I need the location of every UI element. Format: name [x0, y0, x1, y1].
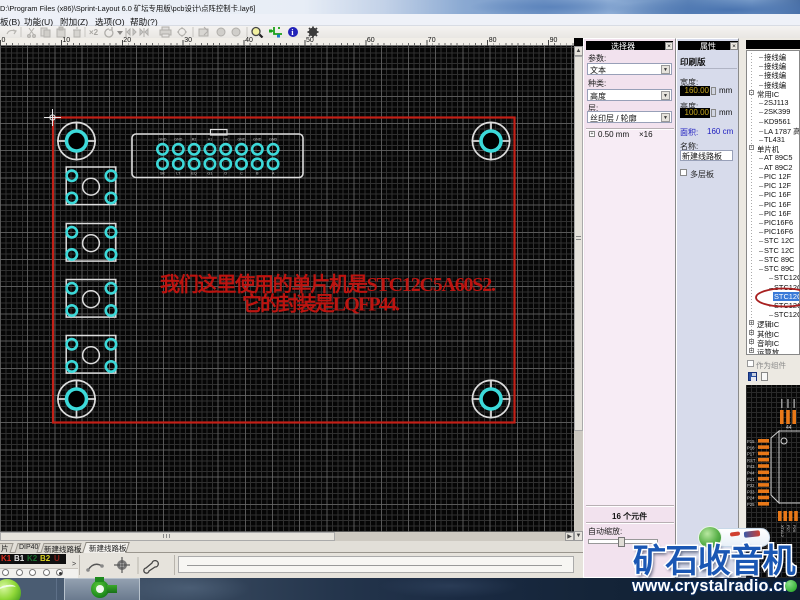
svg-text:OE: OE [223, 138, 229, 142]
svg-text:R2: R2 [192, 138, 197, 142]
svg-text:我们这里使用的单片机是STC12C5A60S2.: 我们这里使用的单片机是STC12C5A60S2. [160, 272, 496, 296]
svg-text:P17: P17 [747, 452, 755, 457]
svg-text:P21: P21 [747, 477, 755, 482]
svg-text:B: B [256, 172, 259, 176]
svg-text:44: 44 [786, 425, 792, 431]
svg-text:A: A [272, 172, 275, 176]
svg-text:GND: GND [253, 138, 261, 142]
svg-text:P33: P33 [747, 489, 755, 494]
svg-text:SK: SK [160, 172, 166, 176]
svg-text:GND: GND [174, 138, 182, 142]
svg-text:GND: GND [269, 138, 277, 142]
svg-text:A1: A1 [208, 138, 212, 142]
svg-text:P16: P16 [747, 445, 755, 450]
svg-text:×2: ×2 [89, 28, 99, 37]
svg-text:RST: RST [747, 458, 756, 463]
svg-text:它的封装是LQFP44.: 它的封装是LQFP44. [242, 292, 400, 316]
svg-text:LT: LT [176, 172, 181, 176]
svg-text:D: D [224, 172, 227, 176]
svg-text:P44: P44 [747, 471, 755, 476]
svg-text:P25: P25 [747, 502, 755, 507]
svg-text:GND: GND [238, 138, 246, 142]
svg-text:P27: P27 [786, 525, 791, 533]
svg-text:P32: P32 [747, 483, 755, 488]
svg-text:P15: P15 [747, 439, 755, 444]
svg-text:GND: GND [159, 138, 167, 142]
svg-text:G1: G1 [207, 172, 212, 176]
svg-text:P26: P26 [792, 525, 797, 533]
svg-text:C: C [240, 172, 243, 176]
svg-text:P43: P43 [747, 464, 755, 469]
svg-text:EQ: EQ [191, 172, 197, 176]
svg-text:P24: P24 [747, 496, 755, 501]
